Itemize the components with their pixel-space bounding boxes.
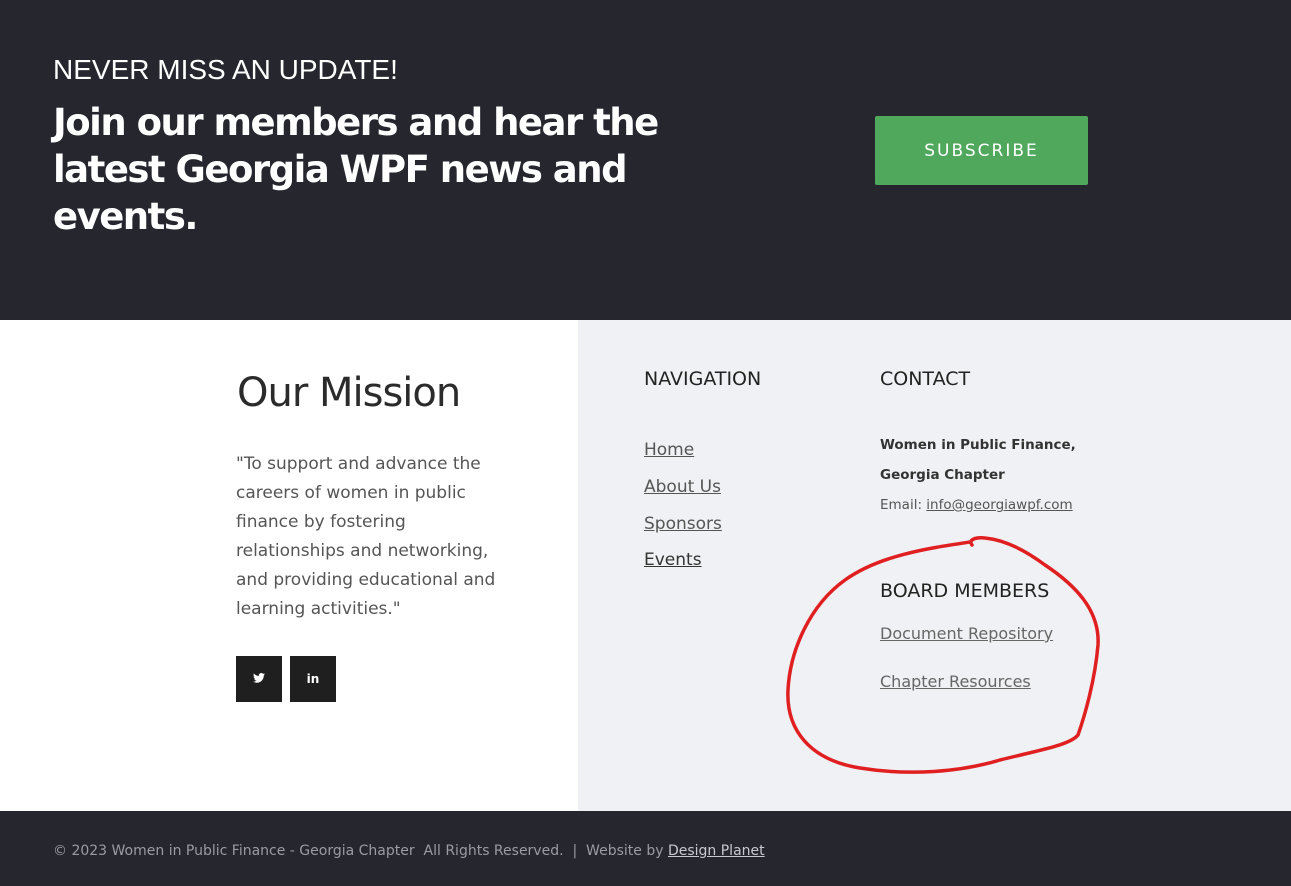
twitter-button[interactable] [236,656,282,702]
chapter-resources-link[interactable]: Chapter Resources [880,672,1031,691]
contact-email: Email: info@georgiawpf.com [880,497,1073,513]
mission-statement: "To support and advance the careers of w… [236,454,496,619]
contact-org-line2: Georgia Chapter [880,467,1005,483]
copyright-text: © 2023 Women in Public Finance - Georgia… [53,843,668,859]
subscribe-button[interactable]: SUBSCRIBE [875,116,1088,185]
linkedin-button[interactable]: in [290,656,336,702]
nav-link-home[interactable]: Home [644,440,694,460]
nav-link-sponsors[interactable]: Sponsors [644,514,722,534]
design-planet-link[interactable]: Design Planet [668,843,765,859]
nav-link-events[interactable]: Events [644,550,702,570]
contact-email-link[interactable]: info@georgiawpf.com [926,497,1072,513]
navigation-heading: NAVIGATION [644,368,762,390]
nav-link-about-us[interactable]: About Us [644,477,721,497]
board-members-heading: BOARD MEMBERS [880,580,1050,602]
footer-copyright: © 2023 Women in Public Finance - Georgia… [53,843,765,859]
banner-eyebrow: NEVER MISS AN UPDATE! [53,54,398,85]
contact-org-line1: Women in Public Finance, [880,437,1076,453]
subscribe-banner: NEVER MISS AN UPDATE! Join our members a… [0,0,1291,320]
contact-email-label: Email: [880,497,927,513]
linkedin-icon: in [306,672,320,686]
mission-title: Our Mission [237,370,461,416]
twitter-icon [253,672,265,686]
contact-heading: CONTACT [880,368,971,390]
document-repository-link[interactable]: Document Repository [880,624,1053,643]
banner-headline: Join our members and hear the latest Geo… [53,101,659,238]
